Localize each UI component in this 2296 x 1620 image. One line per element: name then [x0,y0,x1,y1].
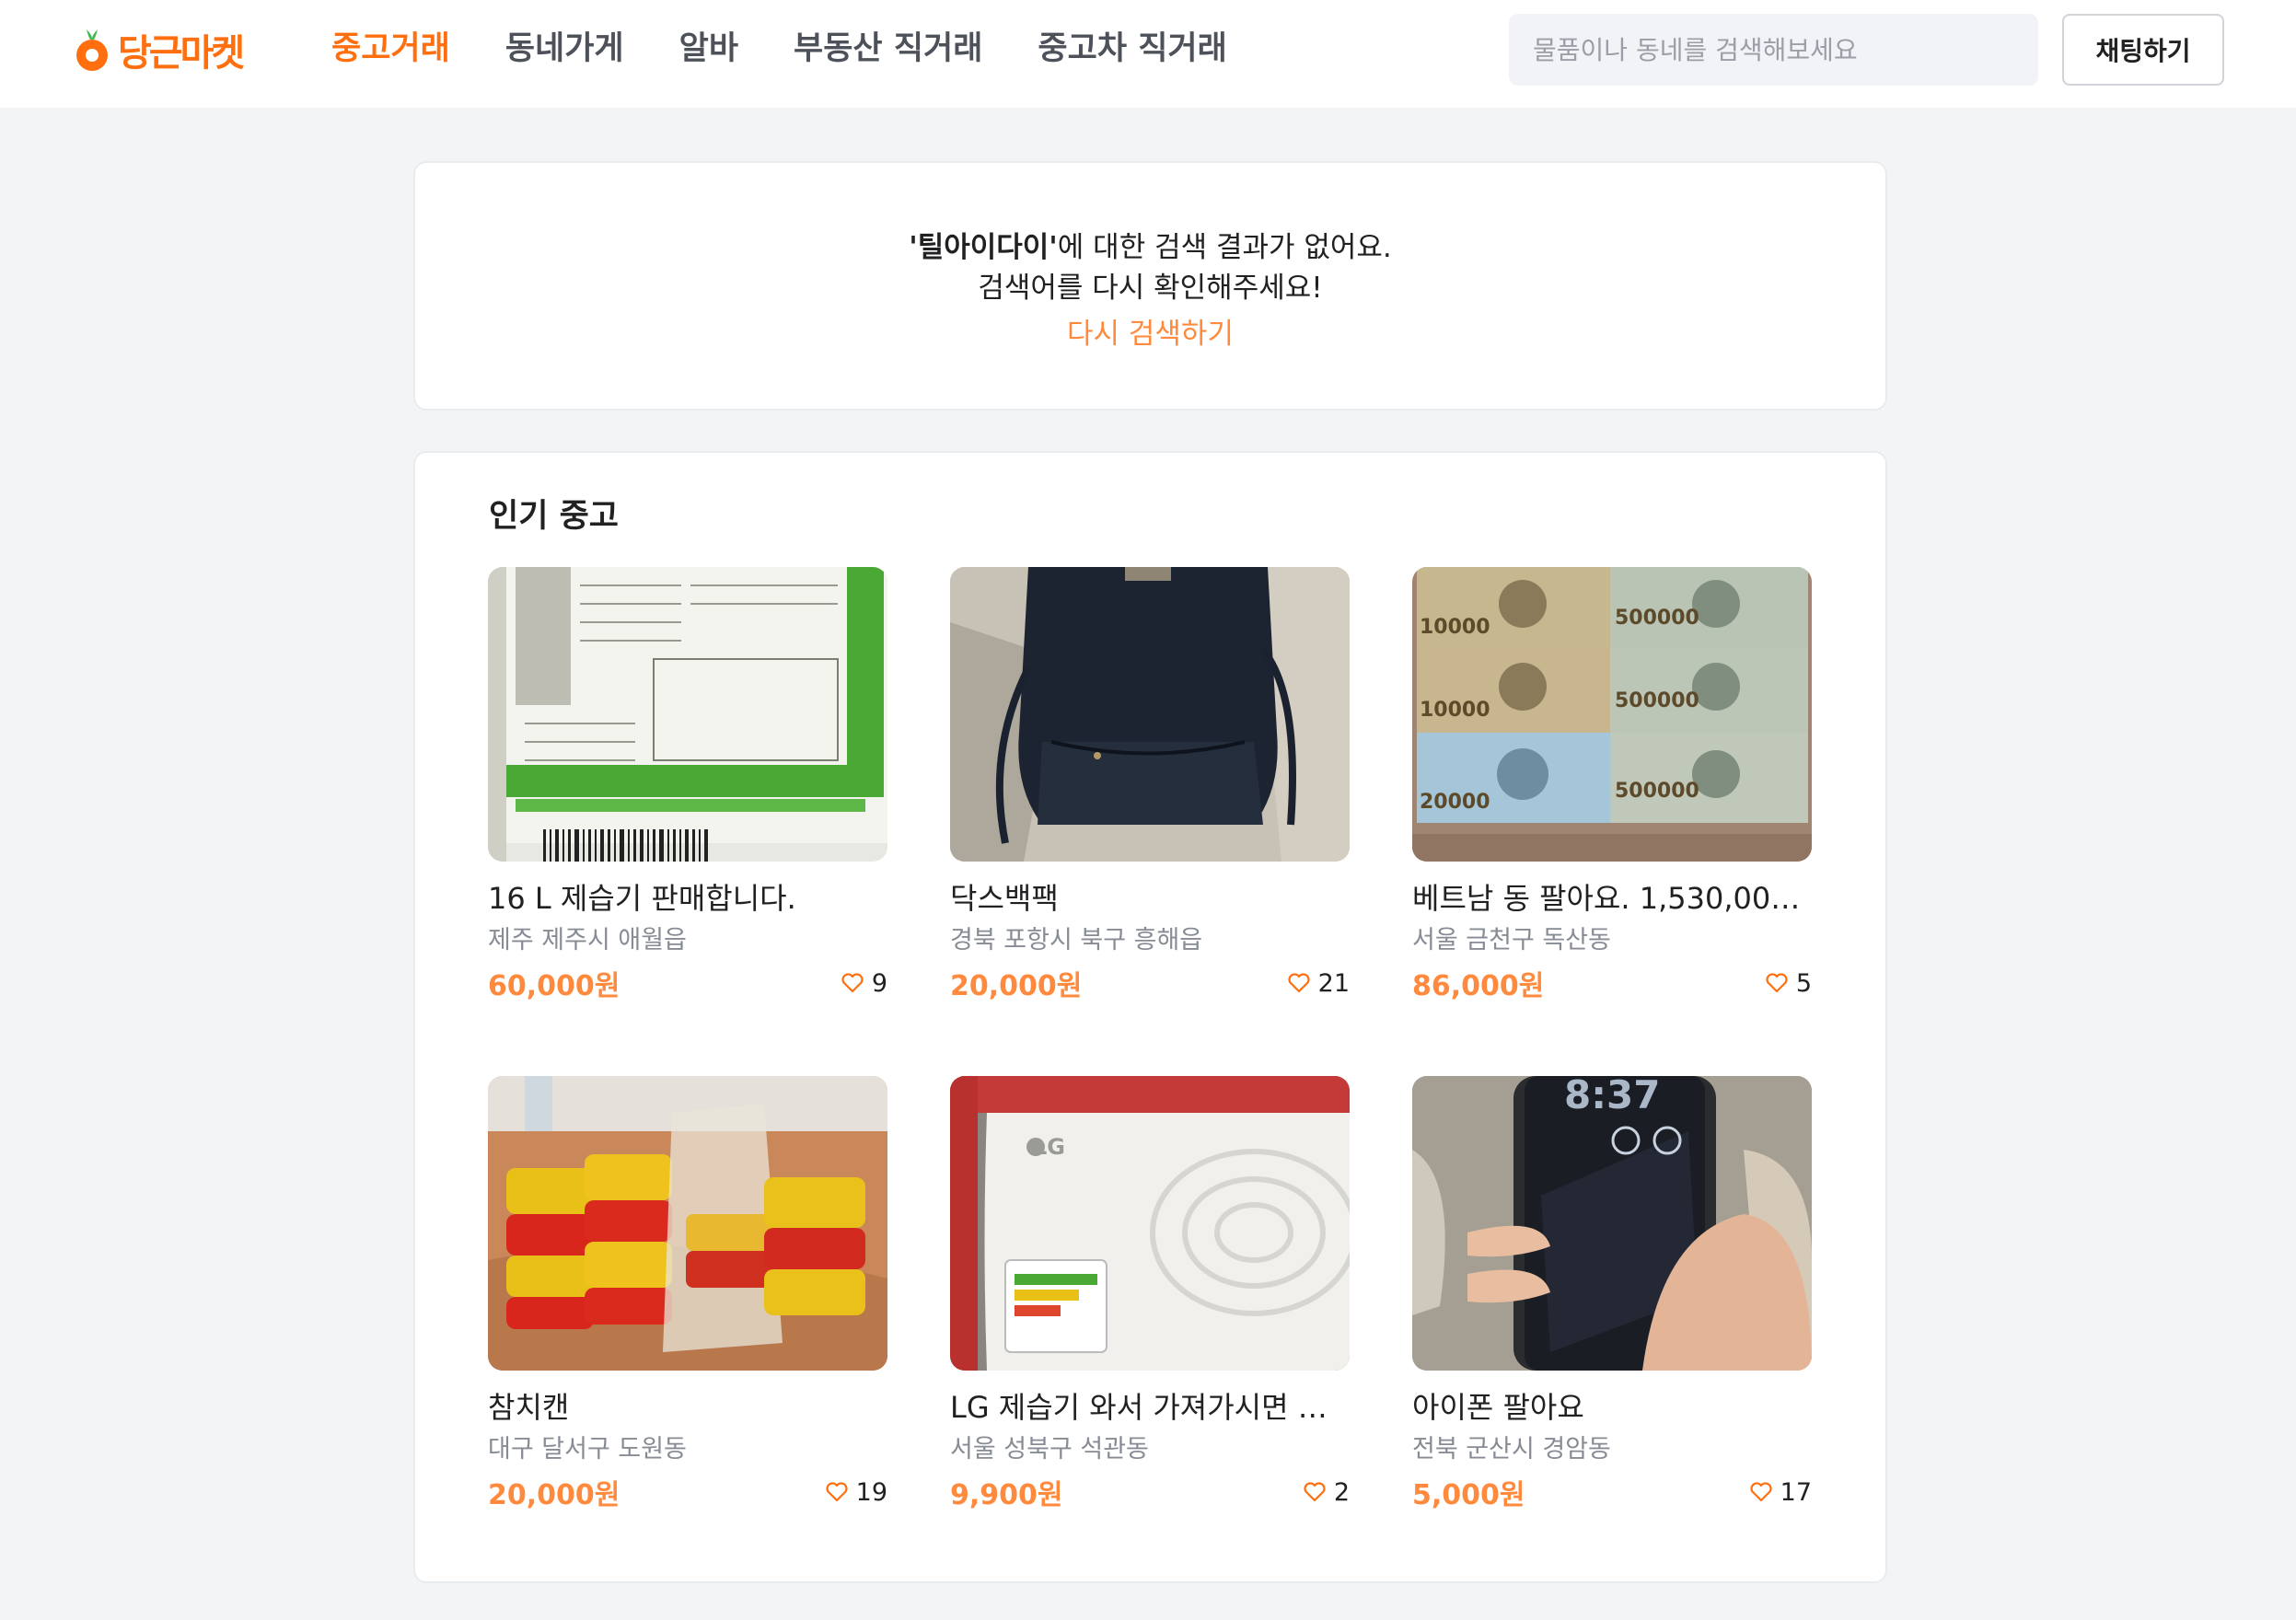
daangn-logo[interactable]: 당근마켓 [74,22,245,77]
product-image: 10000 10000 20000 500000 500000 500000 [1412,567,1812,862]
heart-icon [1288,973,1310,993]
svg-text:500000: 500000 [1615,689,1699,712]
heart-icon [1750,1482,1772,1502]
product-image: 8:37 [1412,1076,1812,1371]
chat-button[interactable]: 채팅하기 [2062,14,2224,86]
product-card[interactable]: 10000 10000 20000 500000 500000 500000 베트남 … [1412,567,1812,1003]
carrot-icon [76,29,108,71]
heart-icon [841,973,864,993]
no-result-hint: 검색어를 다시 확인해주세요! [978,272,1323,305]
product-card[interactable]: 닥스백팩 경북 포항시 북구 흥해읍 20,000원 21 [950,567,1350,1003]
nav-item-used-cars[interactable]: 중고차 직거래 [1038,26,1226,72]
product-location: 전북 군산시 경암동 [1412,1435,1611,1464]
product-title: 아이폰 팔아요 [1412,1390,1584,1425]
product-price: 86,000원 [1412,970,1545,1002]
svg-text:20000: 20000 [1420,791,1490,814]
search-query: '틸아이다이' [909,231,1058,264]
heart-icon [1766,973,1788,993]
product-location: 서울 금천구 독산동 [1412,926,1611,955]
nav-item-real-estate[interactable]: 부동산 직거래 [794,26,982,72]
heart-icon [826,1482,848,1502]
svg-text:500000: 500000 [1615,607,1699,630]
section-title: 인기 중고 [489,498,619,535]
product-title: 16 L 제습기 판매합니다. [488,881,796,916]
like-count: 2 [1303,1478,1350,1507]
product-image [950,567,1350,862]
svg-text:10000: 10000 [1420,699,1490,722]
search-input[interactable] [1509,14,2038,86]
like-count-value: 2 [1333,1477,1350,1507]
like-count-value: 9 [871,968,887,998]
product-image [488,1076,887,1371]
nav-item-used-trade[interactable]: 중고거래 [331,26,450,72]
product-price: 5,000원 [1412,1479,1525,1511]
popular-section: 인기 중고 16 L 제습기 판매합니다. 제주 제주시 애월읍 60,000원… [413,451,1887,1583]
logo-text: 당근마켓 [118,32,245,75]
like-count-value: 21 [1317,968,1350,998]
product-price: 60,000원 [488,970,620,1002]
svg-text:8:37: 8:37 [1564,1076,1660,1117]
product-price: 20,000원 [488,1479,620,1511]
nav-item-local-stores[interactable]: 동네가게 [505,26,624,72]
product-title: 베트남 동 팔아요. 1,530,000... [1412,881,1812,916]
like-count-value: 5 [1795,968,1812,998]
svg-text:500000: 500000 [1615,780,1699,803]
like-count: 19 [825,1478,887,1507]
retry-search-link[interactable]: 다시 검색하기 [1067,314,1234,354]
product-title: 참치캔 [488,1390,570,1425]
like-count-value: 19 [855,1477,887,1507]
svg-text:10000: 10000 [1420,616,1490,639]
product-title: 닥스백팩 [950,881,1059,916]
product-image: LG [950,1076,1350,1371]
no-result-message: '틸아이다이'에 대한 검색 결과가 없어요. [415,227,1885,268]
nav-item-part-time-jobs[interactable]: 알바 [679,26,738,72]
product-location: 대구 달서구 도원동 [488,1435,687,1464]
product-price: 9,900원 [950,1479,1063,1511]
no-result-suffix: 에 대한 검색 결과가 없어요. [1057,231,1392,264]
like-count: 5 [1765,969,1812,998]
like-count: 21 [1287,969,1350,998]
main-nav: 중고거래 동네가게 알바 부동산 직거래 중고차 직거래 [331,26,1282,72]
no-result-card: '틸아이다이'에 대한 검색 결과가 없어요. 검색어를 다시 확인해주세요! … [413,161,1887,411]
product-location: 경북 포항시 북구 흥해읍 [950,926,1203,955]
product-location: 서울 성북구 석관동 [950,1435,1149,1464]
product-card[interactable]: 참치캔 대구 달서구 도원동 20,000원 19 [488,1076,887,1512]
top-header: 당근마켓 중고거래 동네가게 알바 부동산 직거래 중고차 직거래 채팅하기 [0,0,2296,108]
like-count: 17 [1749,1478,1812,1507]
product-card[interactable]: 16 L 제습기 판매합니다. 제주 제주시 애월읍 60,000원 9 [488,567,887,1003]
heart-icon [1304,1482,1326,1502]
product-card[interactable]: 8:37 아이폰 팔아요 전북 군산시 경암동 5,000원 17 [1412,1076,1812,1512]
product-location: 제주 제주시 애월읍 [488,926,687,955]
product-price: 20,000원 [950,970,1083,1002]
product-card[interactable]: LG LG 제습기 와서 가져가시면 거의... 서울 성북구 석관동 9,90… [950,1076,1350,1512]
like-count: 9 [841,969,887,998]
product-title: LG 제습기 와서 가져가시면 거의... [950,1390,1350,1425]
like-count-value: 17 [1780,1477,1812,1507]
product-image [488,567,887,862]
